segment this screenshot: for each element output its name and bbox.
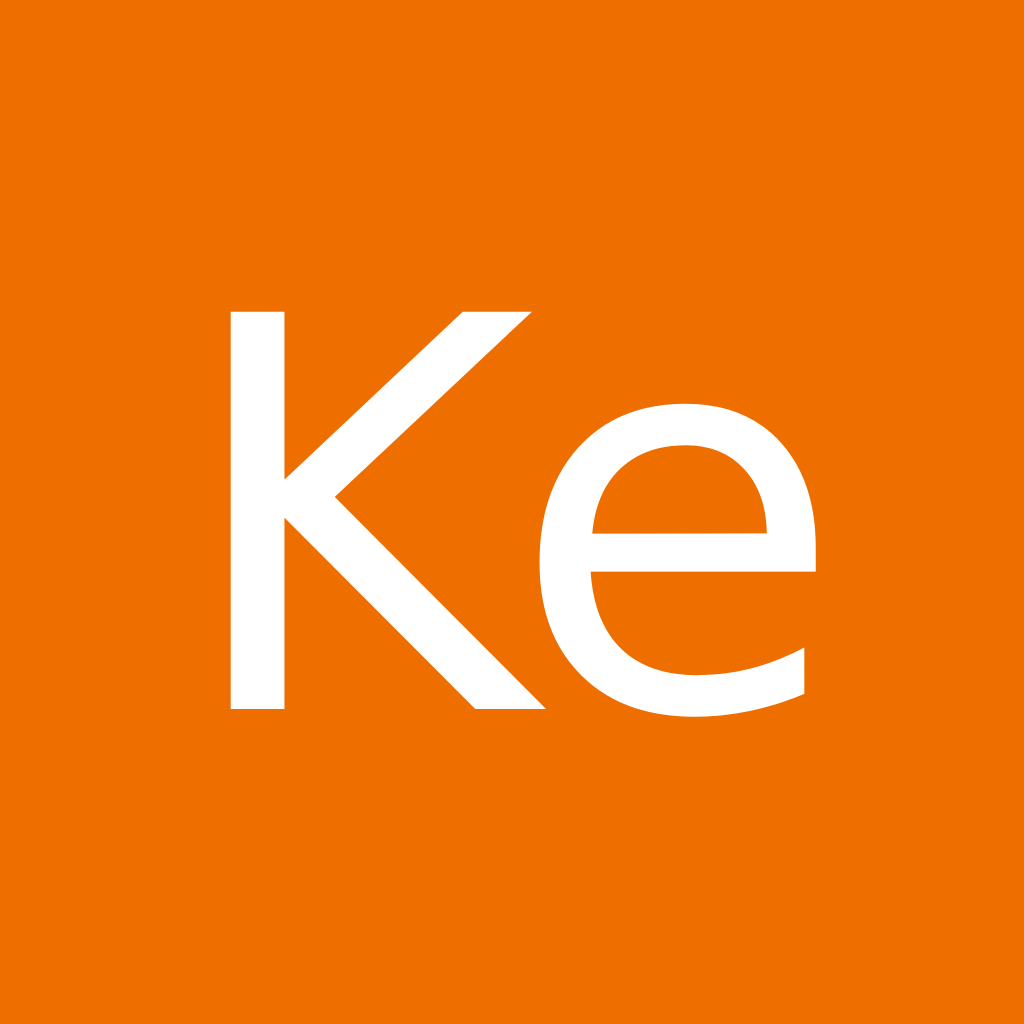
avatar-initials: Ke xyxy=(177,202,847,838)
avatar: Ke xyxy=(0,0,1024,1024)
